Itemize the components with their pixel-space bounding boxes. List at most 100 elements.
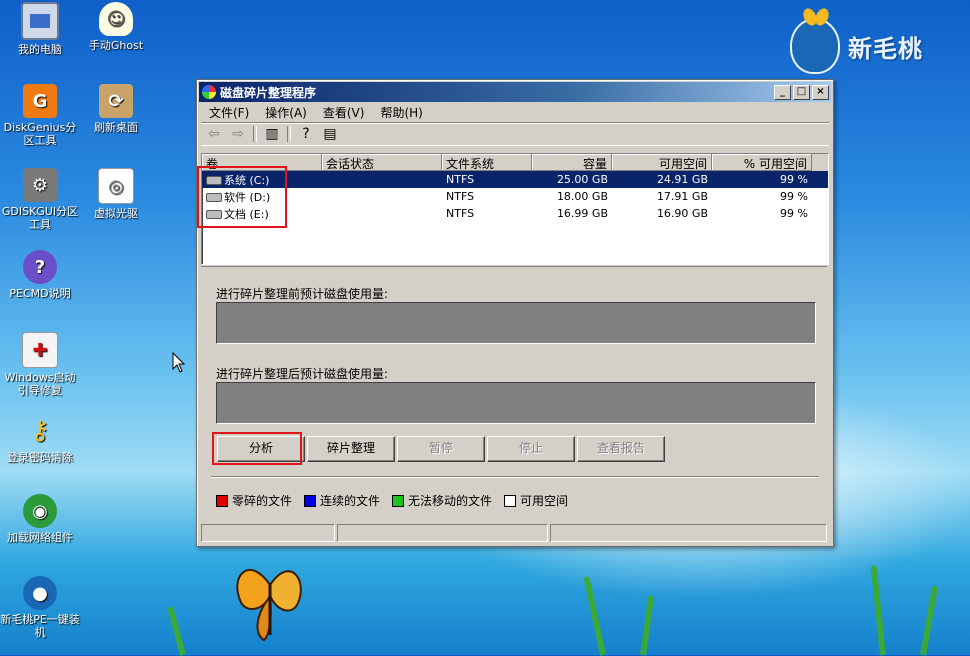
close-button[interactable]: × xyxy=(812,84,829,100)
view-report-button[interactable]: 查看报告 xyxy=(577,436,665,462)
back-arrow-icon[interactable]: ⇦ xyxy=(205,126,223,142)
minimize-button[interactable]: _ xyxy=(774,84,791,100)
desktop-icon-label: 虚拟光驱 xyxy=(94,207,138,220)
column-header-session-status[interactable]: 会话状态 xyxy=(322,154,442,171)
menu-bar: 文件(F) 操作(A) 查看(V) 帮助(H) xyxy=(197,102,833,122)
desktop-icon-installer[interactable]: ● 新毛桃PE一键装机 xyxy=(0,576,80,639)
desktop-icon-label: DiskGenius分区工具 xyxy=(3,121,77,147)
column-header-volume[interactable]: 卷 xyxy=(202,154,322,171)
volume-filesystem: NTFS xyxy=(446,173,475,186)
boot-repair-icon: ✚ xyxy=(22,332,58,368)
key-icon: ⚷ xyxy=(30,415,50,446)
after-usage-label: 进行碎片整理后预计磁盘使用量: xyxy=(216,367,389,381)
volume-list: 卷 会话状态 文件系统 容量 可用空间 % 可用空间 系统 (C:) NTFS … xyxy=(201,153,829,265)
desktop-icon-label: Windows启动引导修复 xyxy=(4,371,76,397)
mouse-cursor-icon xyxy=(172,352,186,373)
maximize-button[interactable]: □ xyxy=(793,84,810,100)
volume-filesystem: NTFS xyxy=(446,190,475,203)
volume-free: 17.91 GB xyxy=(656,190,708,203)
volume-row[interactable]: 文档 (E:) NTFS 16.99 GB 16.90 GB 99 % xyxy=(202,205,828,222)
legend-label: 无法移动的文件 xyxy=(408,494,493,508)
column-header-capacity[interactable]: 容量 xyxy=(532,154,612,171)
hard-drive-icon xyxy=(206,193,222,202)
desktop-icon-password-clear[interactable]: ⚷ 登录密码清除 xyxy=(0,414,80,465)
before-usage-label: 进行碎片整理前预计磁盘使用量: xyxy=(216,287,389,301)
legend-label: 零碎的文件 xyxy=(232,494,293,508)
defrag-button[interactable]: 碎片整理 xyxy=(307,436,395,462)
toolbar-separator xyxy=(287,126,291,142)
window-titlebar[interactable]: 磁盘碎片整理程序 _ □ × xyxy=(199,82,831,102)
pause-button[interactable]: 暂停 xyxy=(397,436,485,462)
desktop-icon-pecmd[interactable]: ? PECMD说明 xyxy=(0,250,80,300)
brand-name: 新毛桃 xyxy=(848,34,923,63)
status-pane xyxy=(336,524,548,542)
virtual-drive-icon: ◎ xyxy=(98,168,134,204)
volume-name: 文档 (E:) xyxy=(224,207,269,221)
analyze-button[interactable]: 分析 xyxy=(217,436,305,462)
status-bar xyxy=(201,524,828,542)
legend-swatch-unmovable xyxy=(392,494,405,507)
desktop-icon-label: 加载网络组件 xyxy=(7,531,73,544)
forward-arrow-icon[interactable]: ⇨ xyxy=(229,126,247,142)
volume-free-percent: 99 % xyxy=(780,190,808,203)
volume-capacity: 25.00 GB xyxy=(556,173,608,186)
gdiskgui-icon: ⚙ xyxy=(23,168,57,202)
desktop-icon-gdiskgui[interactable]: ⚙ GDISKGUI分区工具 xyxy=(0,168,80,231)
peach-logo-icon xyxy=(790,6,840,74)
status-pane xyxy=(201,524,335,542)
analysis-panel: 进行碎片整理前预计磁盘使用量: 进行碎片整理后预计磁盘使用量: 分析 碎片整理 … xyxy=(201,266,827,519)
desktop-icon-boot-repair[interactable]: ✚ Windows启动引导修复 xyxy=(0,332,80,397)
volume-capacity: 16.99 GB xyxy=(556,207,608,220)
desktop-icon-label: 手动Ghost xyxy=(88,39,144,52)
ghost-icon: ☺ xyxy=(99,2,133,36)
hard-drive-icon xyxy=(206,176,222,185)
grass-blade xyxy=(167,605,186,656)
defrag-window: 磁盘碎片整理程序 _ □ × 文件(F) 操作(A) 查看(V) 帮助(H) ⇦… xyxy=(196,79,834,547)
legend-item: 无法移动的文件 xyxy=(392,492,492,509)
legend-label: 可用空间 xyxy=(520,494,569,508)
network-icon: ◉ xyxy=(23,494,57,528)
before-usage-display xyxy=(216,302,816,344)
defrag-app-icon xyxy=(202,85,216,99)
installer-icon: ● xyxy=(23,576,57,610)
volume-free: 16.90 GB xyxy=(656,207,708,220)
after-usage-display xyxy=(216,382,816,424)
volume-free-percent: 99 % xyxy=(780,173,808,186)
help-topic-icon[interactable]: ? xyxy=(297,126,315,142)
desktop-icon-virtual-drive[interactable]: ◎ 虚拟光驱 xyxy=(76,168,156,220)
desktop-icon-diskgenius[interactable]: G DiskGenius分区工具 xyxy=(0,84,80,147)
brand-logo: 新毛桃 xyxy=(790,6,923,74)
window-title: 磁盘碎片整理程序 xyxy=(220,85,317,100)
menu-action[interactable]: 操作(A) xyxy=(259,102,313,123)
desktop-icon-refresh[interactable]: ⟳ 刷新桌面 xyxy=(76,84,156,134)
diskgenius-icon: G xyxy=(23,84,57,118)
properties-icon[interactable]: ▤ xyxy=(321,126,339,142)
desktop-icon-my-computer[interactable]: 我的电脑 xyxy=(0,2,80,56)
menu-help[interactable]: 帮助(H) xyxy=(374,102,428,123)
desktop-icon-network[interactable]: ◉ 加载网络组件 xyxy=(0,494,80,544)
console-tree-icon[interactable]: ▥ xyxy=(263,126,281,142)
volume-row[interactable]: 系统 (C:) NTFS 25.00 GB 24.91 GB 99 % xyxy=(202,171,828,188)
legend-swatch-fragmented xyxy=(216,494,228,507)
butterfly-decoration xyxy=(236,569,302,642)
menu-view[interactable]: 查看(V) xyxy=(317,102,371,123)
menu-file[interactable]: 文件(F) xyxy=(203,102,255,123)
refresh-desktop-icon: ⟳ xyxy=(99,84,133,118)
hard-drive-icon xyxy=(206,210,222,219)
volume-capacity: 18.00 GB xyxy=(556,190,608,203)
legend-label: 连续的文件 xyxy=(320,494,381,508)
column-header-filesystem[interactable]: 文件系统 xyxy=(442,154,532,171)
legend-swatch-contiguous xyxy=(304,494,317,507)
volume-free: 24.91 GB xyxy=(656,173,708,186)
column-header-free-space[interactable]: 可用空间 xyxy=(612,154,712,171)
volume-list-header: 卷 会话状态 文件系统 容量 可用空间 % 可用空间 xyxy=(202,154,828,171)
desktop-icon-label: PECMD说明 xyxy=(9,287,71,300)
legend: 零碎的文件 连续的文件 无法移动的文件 可用空间 xyxy=(216,492,568,509)
computer-icon xyxy=(21,2,59,40)
column-header-free-percent[interactable]: % 可用空间 xyxy=(712,154,812,171)
stop-button[interactable]: 停止 xyxy=(487,436,575,462)
divider xyxy=(211,476,819,478)
volume-row[interactable]: 软件 (D:) NTFS 18.00 GB 17.91 GB 99 % xyxy=(202,188,828,205)
desktop-icon-label: 登录密码清除 xyxy=(7,451,73,464)
desktop-icon-ghost[interactable]: ☺ 手动Ghost xyxy=(76,2,156,52)
